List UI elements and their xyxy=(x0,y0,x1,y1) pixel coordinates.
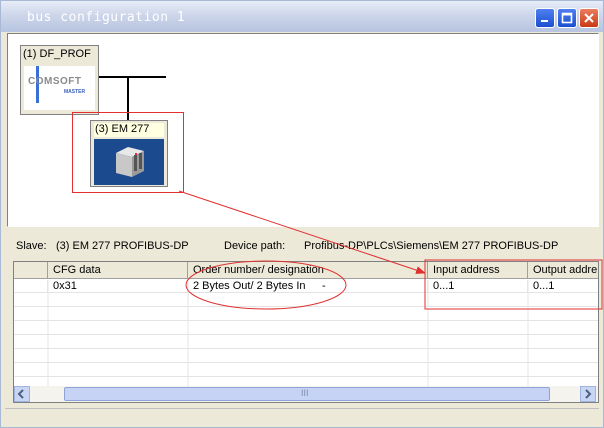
bus-canvas[interactable]: (1) DF_PROF COMSOFT MASTER (3) EM 277 xyxy=(7,33,599,227)
scroll-grip-icon: III xyxy=(301,388,309,398)
chevron-right-icon xyxy=(585,389,592,399)
table-row-empty[interactable] xyxy=(14,364,598,377)
scroll-left-button[interactable] xyxy=(14,386,30,402)
chevron-left-icon xyxy=(17,389,24,399)
slave-value: (3) EM 277 PROFIBUS-DP xyxy=(56,240,189,252)
minimize-button[interactable] xyxy=(535,8,555,28)
config-table[interactable]: CFG data Order number/ designation Input… xyxy=(13,261,599,403)
logo-subtext: MASTER xyxy=(64,89,86,95)
cell-output-address: 0...1 xyxy=(533,280,555,292)
table-header: CFG data Order number/ designation Input… xyxy=(14,262,598,279)
table-row-empty[interactable] xyxy=(14,308,598,321)
table-row-empty[interactable] xyxy=(14,322,598,335)
table-row[interactable]: 0x31 2 Bytes Out/ 2 Bytes In - 0...1 0..… xyxy=(14,280,598,293)
minimize-icon xyxy=(541,20,548,22)
status-bar xyxy=(5,408,599,424)
cell-index xyxy=(14,280,48,293)
table-row-empty[interactable] xyxy=(14,336,598,349)
cell-order-number-text: 2 Bytes Out/ 2 Bytes In xyxy=(193,280,306,292)
col-header-order-number[interactable]: Order number/ designation xyxy=(188,262,428,279)
cell-cfg-data: 0x31 xyxy=(48,280,188,293)
cell-order-number: 2 Bytes Out/ 2 Bytes In - xyxy=(188,280,428,293)
maximize-icon xyxy=(561,12,573,24)
slave-caption: Slave: xyxy=(16,240,47,252)
master-node[interactable]: (1) DF_PROF COMSOFT MASTER xyxy=(20,45,99,115)
scroll-thumb[interactable]: III xyxy=(64,387,550,401)
bus-configuration-window: bus configuration 1 (1) DF_PROF COMSOFT … xyxy=(0,0,604,428)
table-row-empty[interactable] xyxy=(14,294,598,307)
close-icon xyxy=(584,13,594,23)
master-node-label: (1) DF_PROF xyxy=(23,48,91,60)
annotation-box-slave xyxy=(72,112,184,193)
table-row-empty[interactable] xyxy=(14,350,598,363)
title-bar[interactable]: bus configuration 1 xyxy=(1,1,603,32)
horizontal-scrollbar[interactable]: III xyxy=(14,386,598,402)
device-path-caption: Device path: xyxy=(224,240,286,252)
comsoft-logo: COMSOFT MASTER xyxy=(24,66,95,110)
device-path-value: Profibus-DP\PLCs\Siemens\EM 277 PROFIBUS… xyxy=(304,240,559,252)
cell-input-address: 0...1 xyxy=(428,280,528,293)
col-header-output-address[interactable]: Output addre xyxy=(528,262,598,279)
scroll-right-button[interactable] xyxy=(580,386,596,402)
maximize-button[interactable] xyxy=(557,8,577,28)
col-header-cfg-data[interactable]: CFG data xyxy=(48,262,188,279)
window-title: bus configuration 1 xyxy=(27,10,186,25)
close-button[interactable] xyxy=(579,8,599,28)
col-header-index[interactable] xyxy=(14,262,48,279)
logo-text: COMSOFT xyxy=(28,76,82,87)
col-header-input-address[interactable]: Input address xyxy=(428,262,528,279)
cell-order-number-suffix: - xyxy=(322,280,326,292)
